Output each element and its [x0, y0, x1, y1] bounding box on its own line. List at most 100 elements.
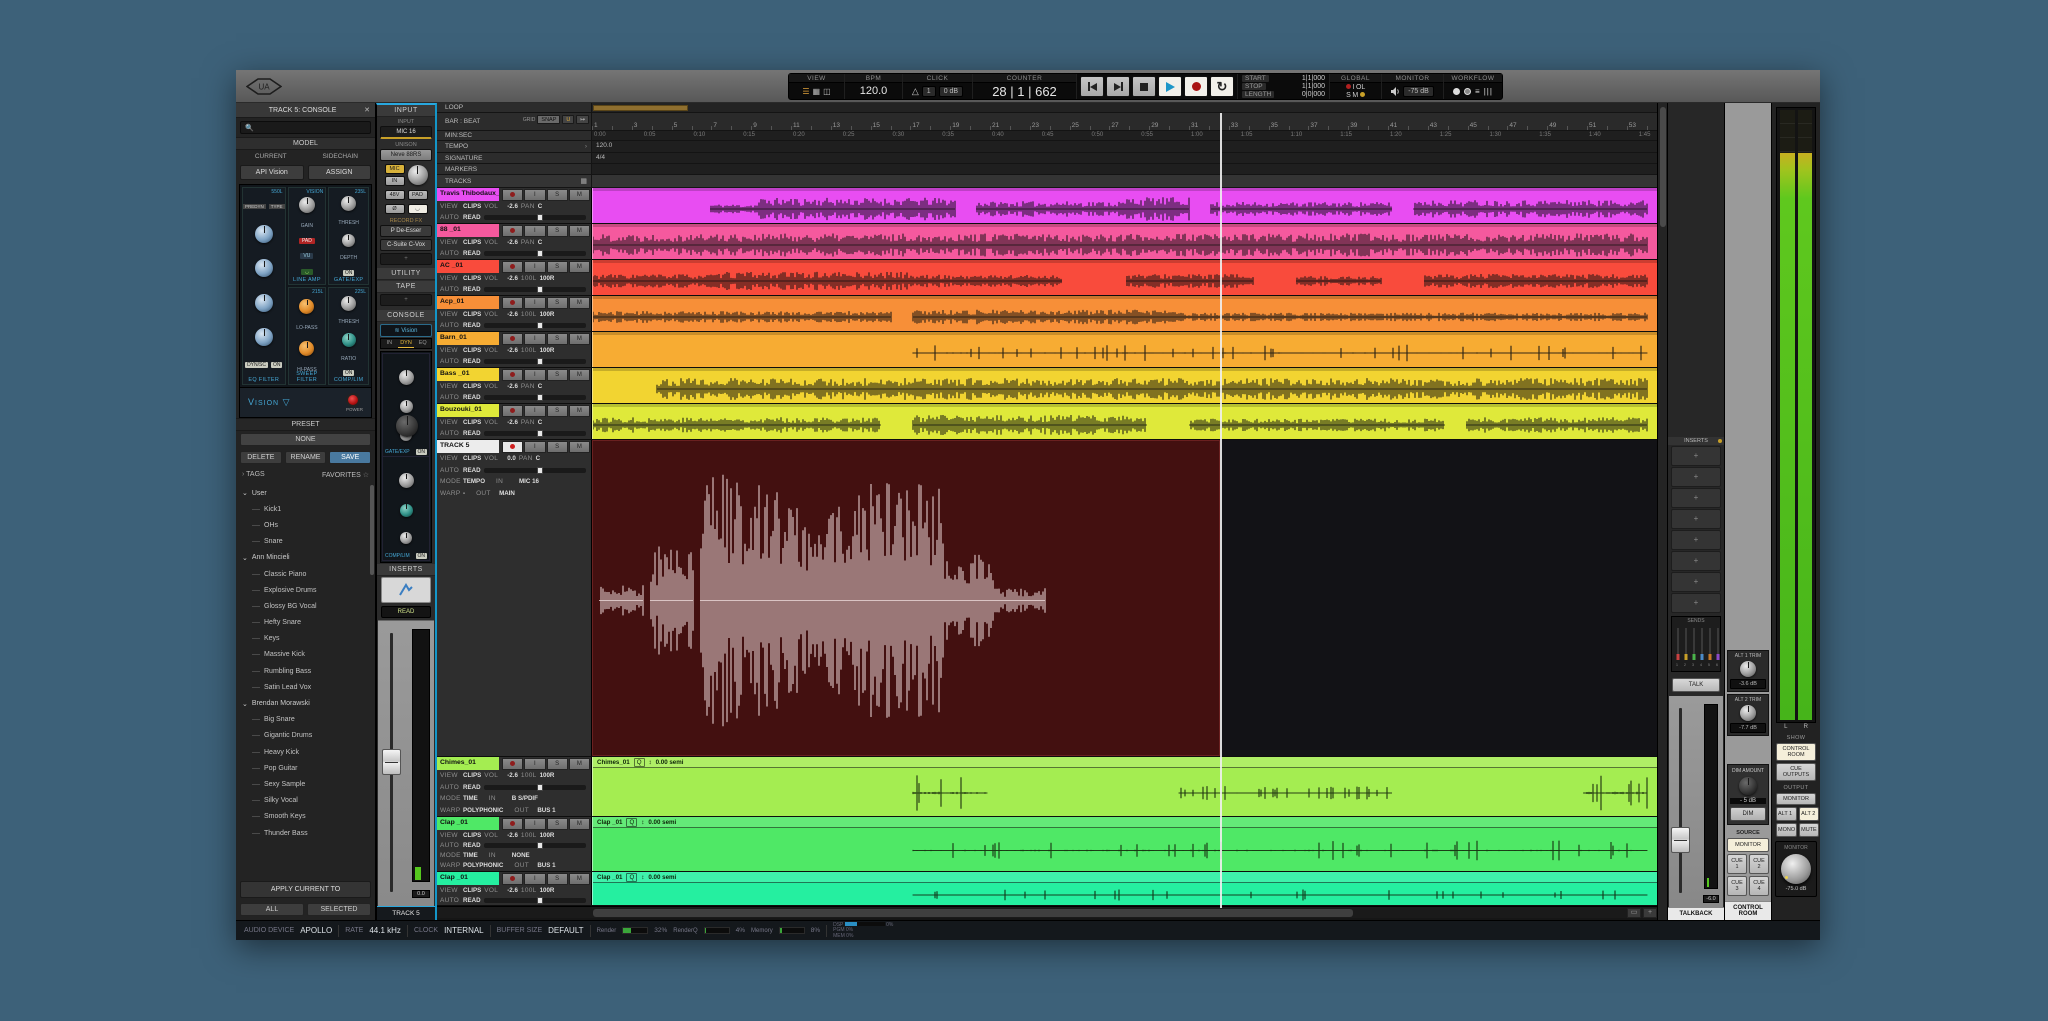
- mic-button[interactable]: MIC: [385, 164, 405, 174]
- send-insert-slot[interactable]: +: [1671, 509, 1721, 529]
- audio-clip[interactable]: Clap _01Q↕0.00 semi: [592, 817, 1657, 871]
- vol-value[interactable]: 0.0: [507, 455, 516, 462]
- strip-track-name[interactable]: TRACK 5: [377, 906, 435, 920]
- cue2-button[interactable]: CUE 2: [1749, 854, 1769, 874]
- vscroll-thumb[interactable]: [1660, 107, 1666, 227]
- view-value[interactable]: CLIPS: [463, 887, 481, 894]
- signature-ruler[interactable]: 4/4: [592, 153, 1657, 163]
- pad-button[interactable]: PAD: [299, 238, 315, 244]
- pan-value[interactable]: 100R: [540, 347, 555, 354]
- pan-slider[interactable]: [484, 323, 586, 328]
- line-in-button[interactable]: IN: [385, 176, 405, 186]
- utility-section-header[interactable]: UTILITY: [377, 268, 435, 280]
- apply-all-button[interactable]: ALL: [240, 903, 304, 916]
- record-button[interactable]: [1184, 76, 1208, 97]
- warp-value[interactable]: -: [463, 490, 465, 497]
- strip-comp-ratio-knob[interactable]: [400, 504, 413, 517]
- sends-inserts-label[interactable]: INSERTS: [1684, 438, 1708, 444]
- pan-slider[interactable]: [484, 785, 586, 790]
- volume-fader[interactable]: [382, 749, 401, 775]
- global-input-indicator[interactable]: I: [1352, 84, 1354, 91]
- tree-item[interactable]: Satin Lead Vox: [242, 679, 375, 695]
- tree-item[interactable]: Silky Vocal: [242, 793, 375, 809]
- record-arm-button[interactable]: [502, 297, 523, 309]
- console-tab-eq[interactable]: EQ: [414, 339, 431, 348]
- auto-value[interactable]: READ: [463, 784, 481, 791]
- tree-item[interactable]: Snare: [242, 534, 375, 550]
- track-name[interactable]: Travis Thibodaux_01: [437, 188, 499, 201]
- clip-header[interactable]: Clap _01Q↕0.00 semi: [593, 817, 1657, 828]
- sends-mini-meters[interactable]: 123456: [1672, 624, 1721, 668]
- strip-comp-on[interactable]: ON: [416, 553, 428, 559]
- audio-device-value[interactable]: APOLLO: [300, 926, 332, 935]
- markers-ruler[interactable]: [592, 164, 1657, 174]
- comp-thresh-knob[interactable]: [341, 296, 356, 311]
- input-source-value[interactable]: MIC 16: [380, 126, 432, 139]
- view-value[interactable]: CLIPS: [463, 455, 481, 462]
- bpm-value[interactable]: 120.0: [845, 83, 902, 99]
- view-value[interactable]: CLIPS: [463, 383, 481, 390]
- i-button[interactable]: I: [524, 225, 545, 237]
- track-name[interactable]: AC _01: [437, 260, 499, 273]
- talk-button[interactable]: TALK: [1672, 678, 1720, 692]
- vol-value[interactable]: -2.6: [507, 203, 518, 210]
- strip-comp-rel-knob[interactable]: [400, 532, 412, 544]
- audio-clip[interactable]: [592, 260, 1657, 295]
- s-button[interactable]: S: [547, 758, 568, 770]
- pan-slider-handle[interactable]: [537, 467, 543, 474]
- comp-ratio-knob[interactable]: [342, 333, 356, 347]
- s-button[interactable]: S: [547, 261, 568, 273]
- minsec-row-label[interactable]: MIN:SEC: [437, 131, 592, 140]
- clip-header[interactable]: Chimes_01Q↕0.00 semi: [593, 757, 1657, 768]
- type-button[interactable]: TYPE: [269, 204, 285, 209]
- automation-mode-button[interactable]: READ: [381, 606, 431, 618]
- clip-quantize-badge[interactable]: Q: [626, 818, 637, 827]
- tape-add-button[interactable]: +: [380, 294, 432, 306]
- clip-quantize-badge[interactable]: Q: [626, 873, 637, 882]
- i-button[interactable]: I: [524, 405, 545, 417]
- alt1-button[interactable]: ALT 1: [1776, 807, 1797, 821]
- click-db[interactable]: 0 dB: [939, 86, 963, 97]
- tree-item[interactable]: Glossy BG Vocal: [242, 598, 375, 614]
- minsec-ruler[interactable]: 0:000:050:100:150:200:250:300:350:400:45…: [592, 131, 1657, 140]
- pan-slider[interactable]: [484, 395, 586, 400]
- auto-value[interactable]: READ: [463, 322, 481, 329]
- m-button[interactable]: M: [569, 333, 590, 345]
- pan-value[interactable]: 100R: [540, 887, 555, 894]
- show-control-room-button[interactable]: CONTROL ROOM: [1776, 743, 1816, 761]
- go-to-end-button[interactable]: [1106, 76, 1130, 97]
- auto-value[interactable]: READ: [463, 358, 481, 365]
- tree-item[interactable]: Pop Guitar: [242, 760, 375, 776]
- pan-slider[interactable]: [484, 898, 586, 903]
- clip-area[interactable]: [592, 296, 1657, 331]
- vol-value[interactable]: -2.6: [507, 832, 518, 839]
- auto-value[interactable]: READ: [463, 286, 481, 293]
- horizontal-scrollbar[interactable]: ▭ +: [437, 906, 1657, 918]
- audio-clip[interactable]: [592, 188, 1657, 223]
- i-button[interactable]: I: [524, 369, 545, 381]
- console-model-button[interactable]: ≋ Vision: [380, 324, 432, 337]
- hipass-knob[interactable]: [299, 341, 314, 356]
- view-value[interactable]: CLIPS: [463, 203, 481, 210]
- view-value[interactable]: CLIPS: [463, 311, 481, 318]
- send-insert-slot[interactable]: +: [1671, 467, 1721, 487]
- record-arm-button[interactable]: [502, 441, 523, 453]
- send-insert-slot[interactable]: +: [1671, 551, 1721, 571]
- record-arm-button[interactable]: [502, 405, 523, 417]
- clip-area[interactable]: [592, 260, 1657, 295]
- mute-button[interactable]: MUTE: [1799, 823, 1819, 837]
- auto-value[interactable]: READ: [463, 897, 481, 904]
- strip-gate-thresh-knob[interactable]: [399, 370, 414, 385]
- recording-clip[interactable]: [592, 440, 1220, 756]
- auto-value[interactable]: READ: [463, 250, 481, 257]
- monitor-level-knob[interactable]: [1781, 854, 1811, 884]
- tree-item[interactable]: OHs: [242, 517, 375, 533]
- strip-gate-depth-knob[interactable]: [400, 400, 413, 413]
- view-value[interactable]: CLIPS: [463, 772, 481, 779]
- clip-area[interactable]: Clap _01Q↕0.00 semi: [592, 872, 1657, 905]
- record-arm-button[interactable]: [502, 758, 523, 770]
- view-value[interactable]: CLIPS: [463, 832, 481, 839]
- console-tab-in[interactable]: IN: [381, 339, 398, 348]
- phase-button[interactable]: Ø: [385, 204, 405, 214]
- pan-slider[interactable]: [484, 468, 586, 473]
